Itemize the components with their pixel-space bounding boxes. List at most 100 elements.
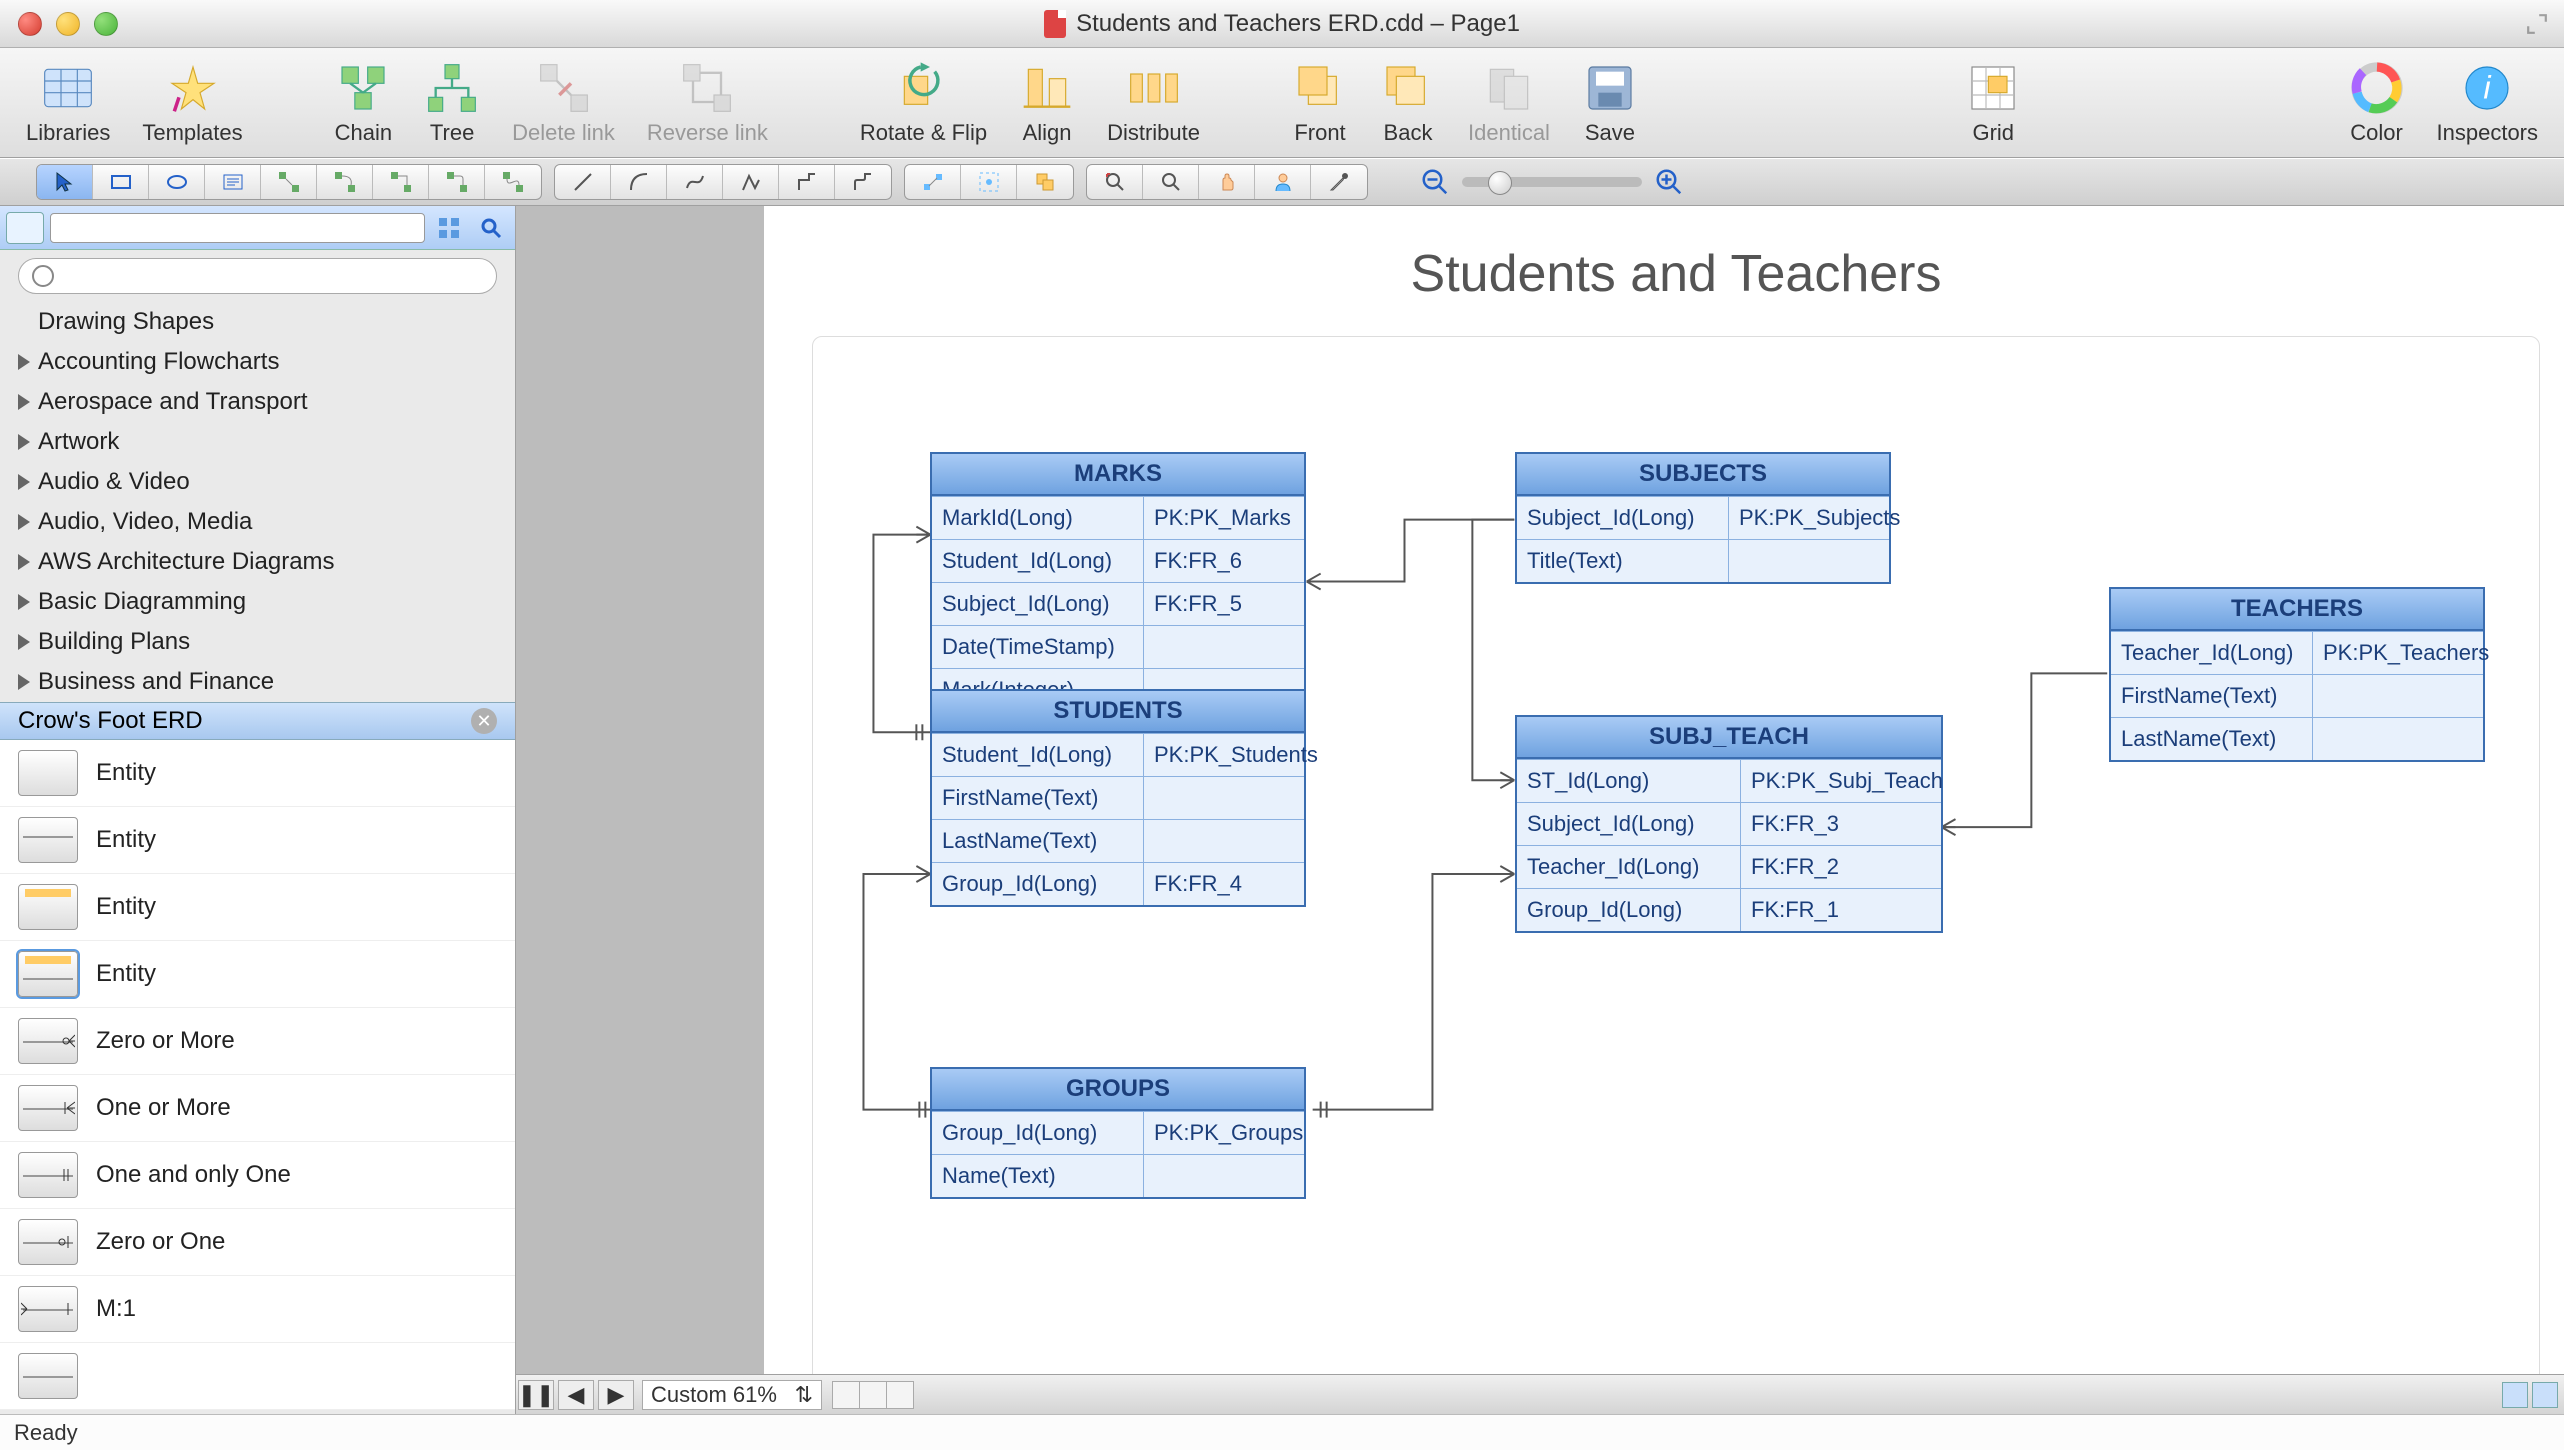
save-button[interactable]: Save [1566,54,1654,152]
delete-link-button[interactable]: Delete link [496,54,631,152]
front-button[interactable]: Front [1276,54,1364,152]
library-filter-input[interactable] [50,213,425,243]
relation-icon [18,1152,78,1198]
rotate-flip-button[interactable]: Rotate & Flip [844,54,1003,152]
library-category[interactable]: Artwork [0,422,515,462]
library-category[interactable]: AWS Architecture Diagrams [0,542,515,582]
shape-item-more[interactable] [0,1343,515,1410]
save-icon [1582,60,1638,116]
libraries-icon [40,60,96,116]
library-search-input[interactable] [18,258,497,294]
tiles-view-icon[interactable] [431,212,467,244]
library-category[interactable]: Accounting Flowcharts [0,342,515,382]
shape-item-zero-or-one[interactable]: Zero or One [0,1209,515,1276]
shape-item-entity[interactable]: Entity [0,807,515,874]
grid-icon [1965,60,2021,116]
reverse-link-button[interactable]: Reverse link [631,54,784,152]
libraries-label: Libraries [26,120,110,146]
back-label: Back [1384,120,1433,146]
rotate-flip-label: Rotate & Flip [860,120,987,146]
text-tool[interactable] [205,165,261,199]
eyedropper-tool[interactable] [1311,165,1367,199]
fit-page-tool[interactable] [1087,165,1143,199]
front-label: Front [1294,120,1345,146]
poly-tool[interactable] [723,165,779,199]
scroll-left-button[interactable]: ◀ [558,1380,594,1410]
connector-arc-tool[interactable] [317,165,373,199]
edit-group-tool[interactable] [1017,165,1073,199]
shape-item-one-and-only-one[interactable]: One and only One [0,1142,515,1209]
spline-tool[interactable] [667,165,723,199]
view-mode-button[interactable] [2502,1382,2528,1408]
entity-marks[interactable]: MARKS MarkId(Long)PK:PK_Marks Student_Id… [930,452,1306,713]
shape-tool-cluster [36,164,542,200]
ortho-tool[interactable] [779,165,835,199]
entity-teachers[interactable]: TEACHERS Teacher_Id(Long)PK:PK_Teachers … [2109,587,2485,762]
entity-title: GROUPS [932,1069,1304,1111]
back-button[interactable]: Back [1364,54,1452,152]
minimize-icon[interactable] [56,12,80,36]
color-button[interactable]: Color [2333,54,2421,152]
grid-button[interactable]: Grid [1949,54,2037,152]
library-category[interactable]: Audio & Video [0,462,515,502]
delete-link-icon [536,60,592,116]
close-icon[interactable] [18,12,42,36]
hand-tool[interactable] [1199,165,1255,199]
entity-subj-teach[interactable]: SUBJ_TEACH ST_Id(Long)PK:PK_Subj_Teach S… [1515,715,1943,933]
align-button[interactable]: Align [1003,54,1091,152]
line-tool[interactable] [555,165,611,199]
user-tool[interactable] [1255,165,1311,199]
pointer-tool[interactable] [37,165,93,199]
zoom-in-button[interactable] [1654,167,1684,197]
scroll-pause-button[interactable]: ❚❚ [518,1380,554,1410]
library-category[interactable]: Aerospace and Transport [0,382,515,422]
close-library-icon[interactable]: ✕ [471,708,497,734]
shape-item-entity[interactable]: Entity [0,874,515,941]
ellipse-tool[interactable] [149,165,205,199]
entity-subjects[interactable]: SUBJECTS Subject_Id(Long)PK:PK_Subjects … [1515,452,1891,584]
distribute-button[interactable]: Distribute [1091,54,1216,152]
inspectors-button[interactable]: i Inspectors [2421,54,2555,152]
zoom-icon[interactable] [94,12,118,36]
svg-text:i: i [2484,68,2492,105]
selected-library[interactable]: Crow's Foot ERD ✕ [0,702,515,740]
connector-direct-tool[interactable] [261,165,317,199]
edit-points-tool[interactable] [905,165,961,199]
libraries-button[interactable]: Libraries [10,54,126,152]
library-category[interactable]: Drawing Shapes [0,302,515,342]
actual-size-tool[interactable] [1143,165,1199,199]
connector-bezier-tool[interactable] [485,165,541,199]
zoom-level-select[interactable]: Custom 61% ⇅ [642,1380,822,1410]
shape-item-entity[interactable]: Entity [0,941,515,1008]
shape-item-one-or-more[interactable]: One or More [0,1075,515,1142]
entity-groups[interactable]: GROUPS Group_Id(Long)PK:PK_Groups Name(T… [930,1067,1306,1199]
search-icon[interactable] [473,212,509,244]
identical-button[interactable]: Identical [1452,54,1566,152]
canvas[interactable]: Students and Teachers [516,206,2564,1374]
templates-button[interactable]: Templates [126,54,258,152]
color-icon [2349,60,2405,116]
library-category[interactable]: Building Plans [0,622,515,662]
edit-segments-tool[interactable] [961,165,1017,199]
shape-item-entity[interactable]: Entity [0,740,515,807]
arc-tool[interactable] [611,165,667,199]
maximize-icon[interactable] [2526,13,2548,35]
shape-item-m-1[interactable]: M:1 [0,1276,515,1343]
connector-smart-tool[interactable] [373,165,429,199]
connector-round-tool[interactable] [429,165,485,199]
zoom-slider[interactable] [1462,177,1642,187]
page-thumbnails[interactable] [832,1381,913,1409]
round-ortho-tool[interactable] [835,165,891,199]
library-category[interactable]: Basic Diagramming [0,582,515,622]
shape-item-zero-or-more[interactable]: Zero or More [0,1008,515,1075]
entity-students[interactable]: STUDENTS Student_Id(Long)PK:PK_Students … [930,689,1306,907]
chain-button[interactable]: Chain [319,54,408,152]
scroll-right-button[interactable]: ▶ [598,1380,634,1410]
rect-tool[interactable] [93,165,149,199]
tree-button[interactable]: Tree [408,54,496,152]
library-category[interactable]: Audio, Video, Media [0,502,515,542]
zoom-out-button[interactable] [1420,167,1450,197]
library-category[interactable]: Business and Finance [0,662,515,702]
library-mode-icon[interactable] [6,212,44,244]
view-mode-button[interactable] [2532,1382,2558,1408]
